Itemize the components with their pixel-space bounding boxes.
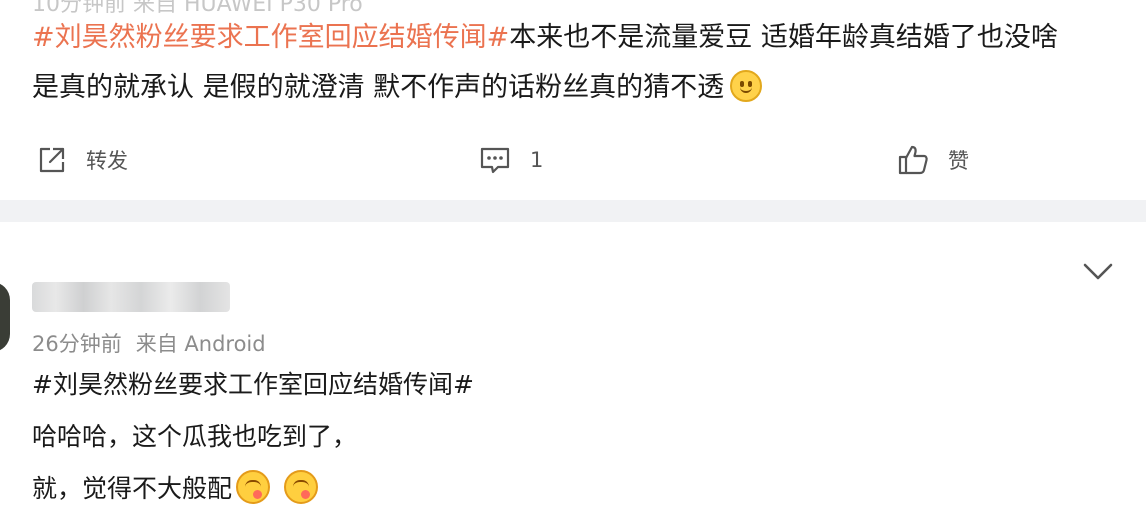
comment-topic-link[interactable]: #刘昊然粉丝要求工作室回应结婚传闻# [32,368,474,402]
forward-button[interactable]: 转发 [36,142,128,178]
thumbs-up-icon [898,145,928,175]
drool-icon [236,470,271,504]
post-card: 10分钟前 来自 HUAWEI P30 Pro #刘昊然粉丝要求工作室回应结婚传… [0,0,1146,200]
post-text-line-2: 是真的就承认 是假的就澄清 默不作声的话粉丝真的猜不透 [32,70,763,106]
username-blurred[interactable] [32,282,230,312]
post-text-line-1: #刘昊然粉丝要求工作室回应结婚传闻#本来也不是流量爱豆 适婚年龄真结婚了也没啥 [32,20,1058,56]
comment-icon [480,147,510,174]
like-label: 赞 [948,149,969,173]
comment-meta: 26分钟前 来自 Android [32,328,266,358]
avatar[interactable] [0,282,10,352]
post-topic-link[interactable]: #刘昊然粉丝要求工作室回应结婚传闻# [32,22,509,53]
comment-time: 26分钟前 [32,332,122,356]
comment-text-line-1: 哈哈哈，这个瓜我也吃到了， [32,422,358,451]
like-button[interactable]: 赞 [896,142,969,178]
comment-count: 1 [530,148,544,172]
comment-text: 就，觉得不大般配 [32,474,233,503]
comment-text-line-2: 就，觉得不大般配 [32,470,319,506]
post-text-continued: 是真的就承认 是假的就澄清 默不作声的话粉丝真的猜不透 [32,72,725,103]
post-text: 本来也不是流量爱豆 适婚年龄真结婚了也没啥 [509,22,1058,53]
section-divider [0,200,1146,222]
drool-icon [284,470,319,504]
forward-label: 转发 [86,149,128,173]
smile-icon [730,70,763,102]
comment-source: 来自 Android [135,332,266,356]
comment-button[interactable]: 1 [478,142,543,178]
post-meta-cutoff: 10分钟前 来自 HUAWEI P30 Pro [32,0,363,17]
chevron-down-icon[interactable] [1080,258,1116,284]
forward-icon [39,147,65,173]
comment-card: 26分钟前 来自 Android #刘昊然粉丝要求工作室回应结婚传闻# 哈哈哈，这… [0,222,1146,530]
